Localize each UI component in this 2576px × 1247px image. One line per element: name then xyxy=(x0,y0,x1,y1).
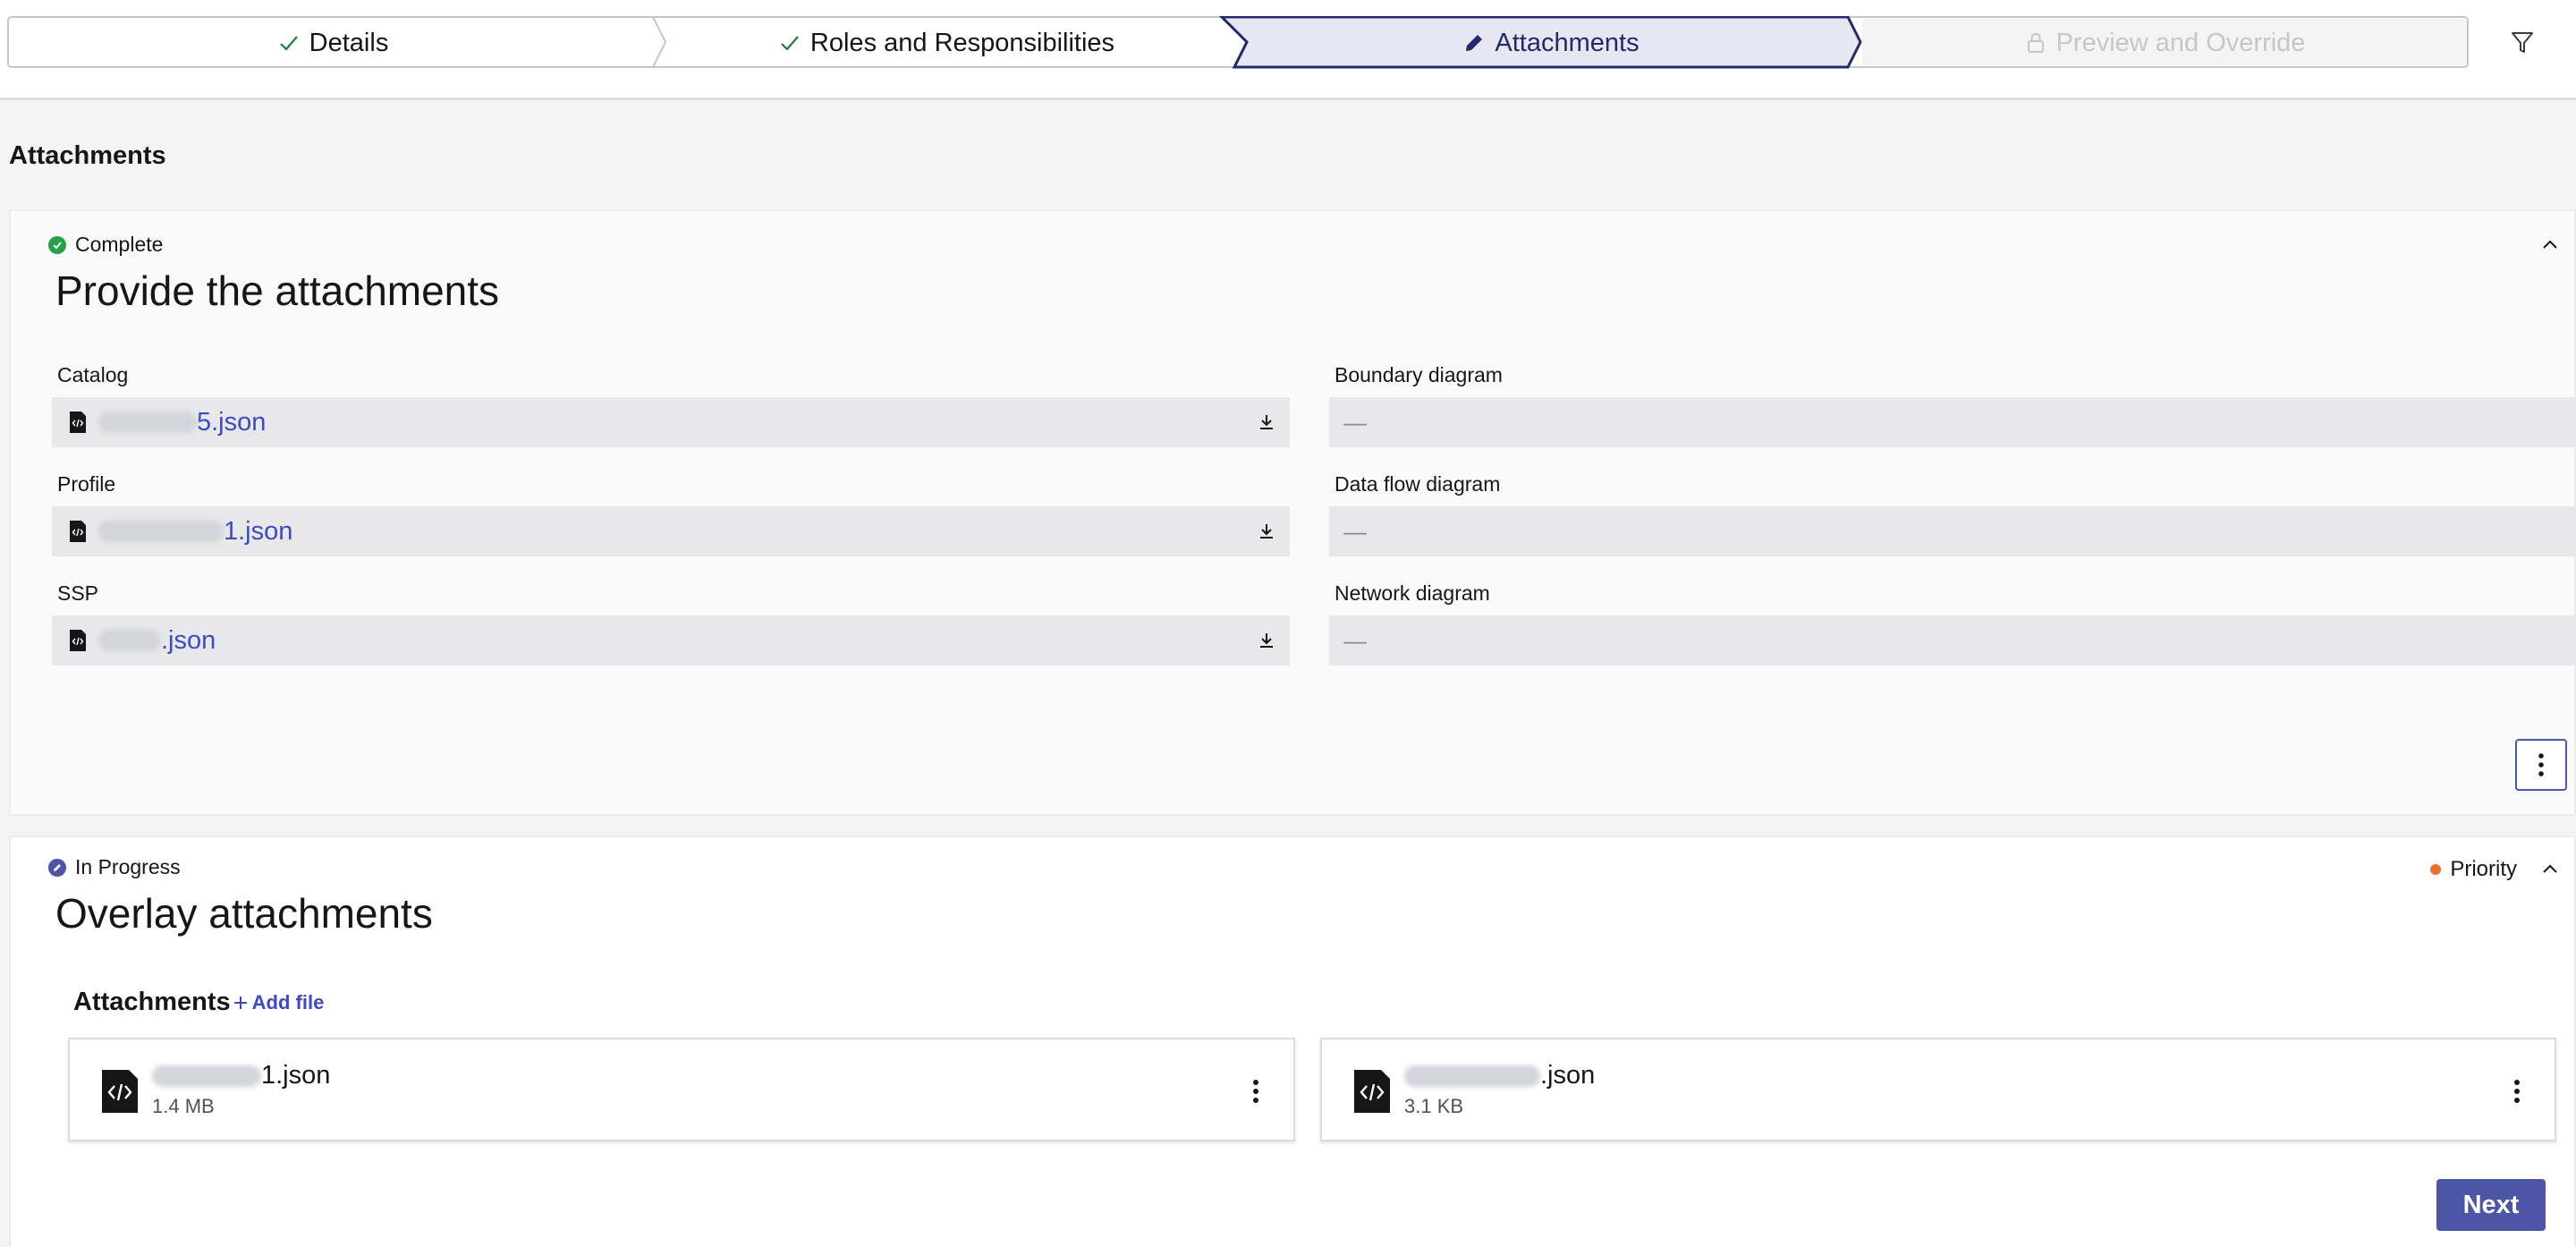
file-name-suffix: .json xyxy=(1540,1061,1596,1090)
section-title: Provide the attachments xyxy=(55,267,500,314)
status-badge-in-progress: In Progress xyxy=(48,855,181,879)
collapse-button[interactable] xyxy=(2537,855,2563,882)
check-circle-icon xyxy=(48,235,66,254)
filter-button[interactable] xyxy=(2504,25,2540,61)
step-label: Details xyxy=(309,28,389,57)
network-diagram-field: — xyxy=(1329,615,2576,666)
step-roles-and-responsibilities[interactable]: Roles and Responsibilities xyxy=(665,16,1227,70)
step-details[interactable]: Details xyxy=(7,16,658,70)
code-file-icon xyxy=(102,1070,138,1113)
empty-value: — xyxy=(1343,408,1367,436)
filter-icon xyxy=(2512,32,2533,53)
profile-file-field: 1.json xyxy=(52,506,1290,556)
empty-value: — xyxy=(1343,626,1367,654)
overlay-attachments-card: In Progress Priority Overlay attachments… xyxy=(9,836,2576,1247)
chevron-up-icon xyxy=(2543,240,2557,249)
collapse-button[interactable] xyxy=(2537,231,2563,258)
section-title: Overlay attachments xyxy=(55,890,433,937)
attachment-tile[interactable]: .json 3.1 KB xyxy=(1320,1038,2556,1141)
attachment-tile[interactable]: 1.json 1.4 MB xyxy=(68,1038,1295,1141)
status-text: Complete xyxy=(75,233,164,256)
section-options-button[interactable] xyxy=(2515,739,2567,791)
attachments-header: Attachments Add file xyxy=(73,988,324,1017)
catalog-label: Catalog xyxy=(57,363,129,386)
file-name: 5.json xyxy=(197,407,267,437)
profile-file-link[interactable]: 1.json xyxy=(98,517,292,547)
step-label: Preview and Override xyxy=(2055,28,2306,57)
priority-badge: Priority xyxy=(2430,857,2517,882)
download-icon[interactable] xyxy=(1256,411,1277,433)
page-title: Attachments xyxy=(9,141,166,170)
add-file-label: Add file xyxy=(251,990,325,1014)
file-name: .json xyxy=(161,625,216,655)
attachments-heading: Attachments xyxy=(73,988,231,1016)
lock-icon xyxy=(2027,33,2044,53)
provide-attachments-card: Complete Provide the attachments Catalog… xyxy=(9,209,2576,816)
empty-value: — xyxy=(1343,517,1367,545)
progress-stepper: Details Roles and Responsibilities Attac… xyxy=(7,16,2469,70)
network-diagram-label: Network diagram xyxy=(1335,581,1490,605)
boundary-diagram-label: Boundary diagram xyxy=(1335,363,1503,386)
step-attachments[interactable]: Attachments xyxy=(1247,16,1855,70)
code-file-icon xyxy=(70,521,86,542)
checkmark-icon xyxy=(279,36,298,51)
priority-text: Priority xyxy=(2450,857,2517,881)
redacted-text xyxy=(98,521,224,542)
attachment-file-name: 1.json xyxy=(152,1061,330,1090)
chevron-up-icon xyxy=(2543,864,2557,873)
file-name: 1.json xyxy=(224,516,293,546)
pencil-icon xyxy=(1466,35,1483,51)
ssp-label: SSP xyxy=(57,581,99,605)
attachment-file-size: 3.1 KB xyxy=(1404,1095,1464,1117)
overflow-menu-icon xyxy=(2538,753,2544,776)
attachment-file-name: .json xyxy=(1404,1061,1595,1090)
status-text: In Progress xyxy=(75,855,181,878)
profile-label: Profile xyxy=(57,472,116,496)
in-progress-icon xyxy=(48,858,66,877)
ssp-file-field: .json xyxy=(52,615,1290,666)
file-name-suffix: 1.json xyxy=(261,1061,331,1090)
status-badge-complete: Complete xyxy=(48,233,163,257)
redacted-text xyxy=(98,411,197,433)
step-label: Attachments xyxy=(1495,28,1640,57)
download-icon[interactable] xyxy=(1256,521,1277,542)
download-icon[interactable] xyxy=(1256,630,1277,651)
catalog-file-field: 5.json xyxy=(52,397,1290,447)
add-file-button[interactable]: Add file xyxy=(233,990,325,1014)
catalog-file-link[interactable]: 5.json xyxy=(98,408,266,437)
checkmark-icon xyxy=(781,36,799,51)
step-preview-and-override: Preview and Override xyxy=(1862,16,2467,70)
code-file-icon xyxy=(1354,1070,1390,1113)
step-label: Roles and Responsibilities xyxy=(809,28,1115,57)
data-flow-diagram-label: Data flow diagram xyxy=(1335,472,1501,496)
code-file-icon xyxy=(70,630,86,651)
redacted-text xyxy=(152,1065,261,1087)
ssp-file-link[interactable]: .json xyxy=(98,626,216,656)
data-flow-diagram-field: — xyxy=(1329,506,2576,556)
plus-icon xyxy=(233,996,247,1009)
overflow-menu-icon[interactable] xyxy=(1245,1075,1267,1107)
code-file-icon xyxy=(70,411,86,433)
attachment-file-size: 1.4 MB xyxy=(152,1095,215,1117)
next-button[interactable]: Next xyxy=(2436,1179,2546,1231)
redacted-text xyxy=(1404,1065,1540,1087)
overflow-menu-icon[interactable] xyxy=(2506,1075,2528,1107)
priority-dot-icon xyxy=(2430,864,2442,875)
progress-header: Details Roles and Responsibilities Attac… xyxy=(0,0,2576,100)
boundary-diagram-field: — xyxy=(1329,397,2576,447)
redacted-text xyxy=(98,630,161,651)
